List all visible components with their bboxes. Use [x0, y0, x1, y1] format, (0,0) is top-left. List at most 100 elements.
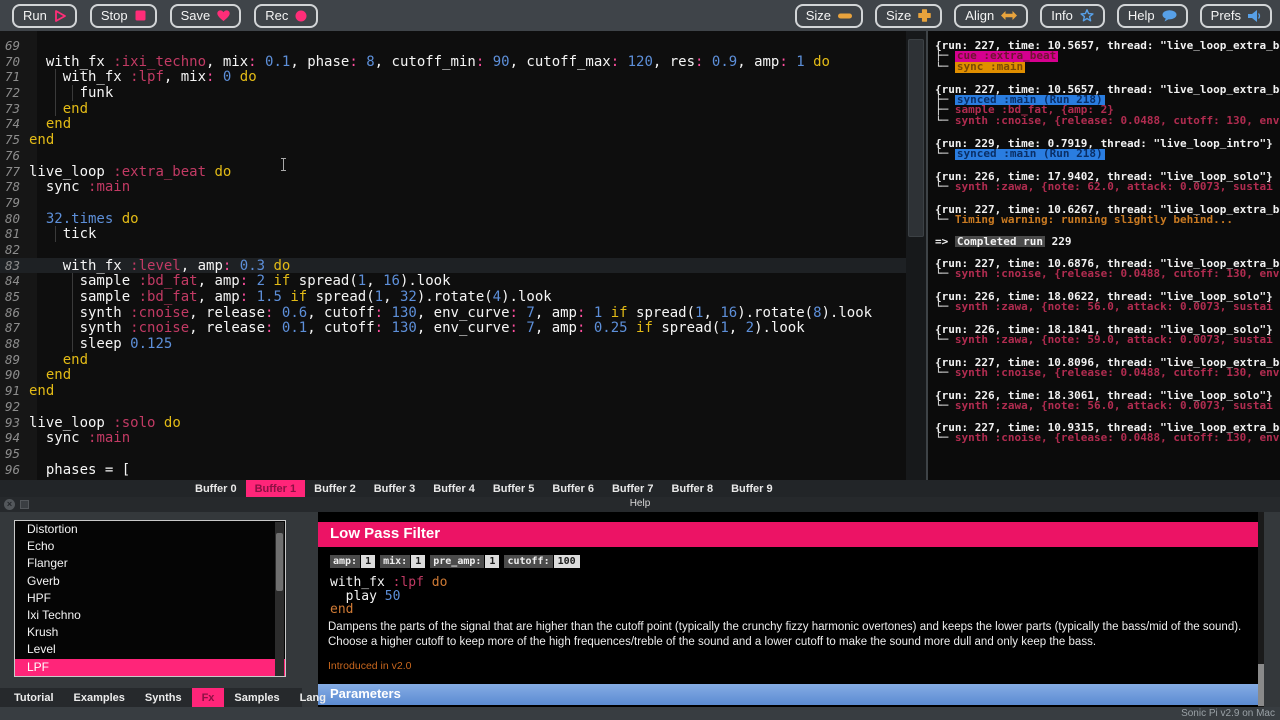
badge-label: pre_amp: — [430, 555, 484, 568]
fx-list[interactable]: DistortionEchoFlangerGverbHPFIxi TechnoK… — [14, 520, 286, 677]
prefs-button[interactable]: Prefs — [1200, 4, 1272, 28]
code-token: with_fx — [29, 54, 113, 70]
code-line[interactable]: 85 sample :bd_fat, amp: 1.5 if spread(1,… — [0, 289, 906, 305]
code-line[interactable]: 80 32.times do — [0, 211, 906, 227]
code-token: end — [63, 352, 88, 368]
code-token: synth — [29, 320, 130, 336]
line-number: 86 — [0, 305, 29, 321]
code-token: : — [510, 305, 518, 321]
code-token: 130 — [392, 305, 417, 321]
buffer-tab[interactable]: Buffer 4 — [424, 480, 484, 497]
code-token: ).look — [754, 320, 805, 336]
buffer-tab[interactable]: Buffer 8 — [663, 480, 723, 497]
rec-button[interactable]: Rec — [254, 4, 318, 28]
code-token: , amp — [181, 258, 223, 274]
size-minus-label: Size — [806, 8, 831, 23]
fx-list-scrollbar-thumb[interactable] — [276, 533, 283, 591]
code-line[interactable]: 84 sample :bd_fat, amp: 2 if spread(1, 1… — [0, 273, 906, 289]
editor-scrollbar[interactable] — [906, 31, 926, 480]
code-line[interactable]: 81 tick — [0, 226, 906, 242]
code-token: if — [290, 289, 307, 305]
fx-list-item[interactable]: HPF — [15, 590, 285, 607]
save-button[interactable]: Save — [170, 4, 242, 28]
code-line[interactable]: 72 funk — [0, 85, 906, 101]
buffer-tab[interactable]: Buffer 6 — [543, 480, 603, 497]
code-token: do — [813, 54, 830, 70]
code-line[interactable]: 92 — [0, 399, 906, 415]
code-token: do — [122, 211, 139, 227]
code-line[interactable]: 94 sync :main — [0, 430, 906, 446]
code-line[interactable]: 79 — [0, 195, 906, 211]
code-line[interactable]: 96 phases = [ — [0, 462, 906, 478]
code-token: : — [349, 54, 357, 70]
code-line[interactable]: 88 sleep 0.125 — [0, 336, 906, 352]
fx-list-item[interactable]: Level — [15, 641, 285, 658]
code-line[interactable]: 74 end — [0, 116, 906, 132]
help-button[interactable]: Help — [1117, 4, 1188, 28]
code-line[interactable]: 70 with_fx :ixi_techno, mix: 0.1, phase:… — [0, 54, 906, 70]
buffer-tab[interactable]: Buffer 3 — [365, 480, 425, 497]
badge-label: mix: — [380, 555, 410, 568]
help-tab-synths[interactable]: Synths — [135, 688, 192, 708]
run-button[interactable]: Run — [12, 4, 77, 28]
article-scrollbar[interactable] — [1258, 512, 1264, 707]
code-line[interactable]: 78 sync :main — [0, 179, 906, 195]
tree-branch-glyph: ├─ — [935, 95, 955, 106]
editor-scrollbar-thumb[interactable] — [908, 39, 924, 237]
code-line[interactable]: 90 end — [0, 367, 906, 383]
code-editor[interactable]: 6970 with_fx :ixi_techno, mix: 0.1, phas… — [0, 31, 906, 480]
fx-list-scrollbar[interactable] — [275, 522, 284, 677]
fx-list-item[interactable]: Ixi Techno — [15, 607, 285, 624]
size-plus-label: Size — [886, 8, 911, 23]
code-line[interactable]: 76 — [0, 148, 906, 164]
log-pane[interactable]: {run: 227, time: 10.5657, thread: "live_… — [928, 31, 1280, 480]
size-decrease-button[interactable]: Size — [795, 4, 863, 28]
fx-list-item[interactable]: LPF — [15, 659, 285, 676]
code-line[interactable]: 89 end — [0, 352, 906, 368]
code-line[interactable]: 95 — [0, 446, 906, 462]
code-line[interactable]: 87 synth :cnoise, release: 0.1, cutoff: … — [0, 320, 906, 336]
code-token: 0.6 — [282, 305, 307, 321]
code-line[interactable]: 69 — [0, 38, 906, 54]
code-line[interactable]: 73 end — [0, 101, 906, 117]
fx-list-item[interactable]: Distortion — [15, 521, 285, 538]
size-increase-button[interactable]: Size — [875, 4, 942, 28]
info-button[interactable]: Info — [1040, 4, 1105, 28]
fx-list-item[interactable]: Echo — [15, 538, 285, 555]
buffer-tab[interactable]: Buffer 1 — [246, 480, 306, 497]
code-line[interactable]: 71 with_fx :lpf, mix: 0 do — [0, 69, 906, 85]
code-token: 16 — [383, 273, 400, 289]
article-scrollbar-thumb[interactable] — [1258, 664, 1264, 706]
code-line[interactable]: 91end — [0, 383, 906, 399]
help-pane: DistortionEchoFlangerGverbHPFIxi TechnoK… — [0, 512, 1280, 707]
code-token: 2 — [257, 273, 265, 289]
buffer-tab[interactable]: Buffer 9 — [722, 480, 782, 497]
code-line[interactable]: 75end — [0, 132, 906, 148]
log-line-text: synth :zawa, {note: 59.0, attack: 0.0073… — [955, 335, 1273, 346]
buffer-tab[interactable]: Buffer 5 — [484, 480, 544, 497]
help-tab-samples[interactable]: Samples — [224, 688, 289, 708]
fx-list-item[interactable]: Gverb — [15, 573, 285, 590]
code-token: do — [274, 258, 291, 274]
parameter-badge: pre_amp:1 — [430, 555, 499, 568]
buffer-tab[interactable]: Buffer 2 — [305, 480, 365, 497]
fx-list-item[interactable]: Krush — [15, 624, 285, 641]
code-line[interactable]: 93live_loop :solo do — [0, 415, 906, 431]
buffer-tab[interactable]: Buffer 7 — [603, 480, 663, 497]
code-line[interactable]: 82 — [0, 242, 906, 258]
help-tab-tutorial[interactable]: Tutorial — [4, 688, 64, 708]
code-line[interactable]: 86 synth :cnoise, release: 0.6, cutoff: … — [0, 305, 906, 321]
log-entry: {run: 227, time: 10.5657, thread: "live_… — [935, 40, 1280, 73]
stop-button[interactable]: Stop — [90, 4, 157, 28]
code-line[interactable]: 77live_loop :extra_beat do — [0, 164, 906, 180]
help-tab-fx[interactable]: Fx — [192, 688, 225, 708]
help-tab-examples[interactable]: Examples — [64, 688, 135, 708]
align-button[interactable]: Align — [954, 4, 1028, 28]
buffer-tab[interactable]: Buffer 0 — [186, 480, 246, 497]
code-token — [628, 320, 636, 336]
buffer-tab-bar: Buffer 0Buffer 1Buffer 2Buffer 3Buffer 4… — [0, 480, 1280, 497]
code-line[interactable]: 83 with_fx :level, amp: 0.3 do — [0, 258, 906, 274]
example-code-line: with_fx :lpf do — [330, 576, 447, 590]
help-tab-lang[interactable]: Lang — [290, 688, 336, 708]
fx-list-item[interactable]: Flanger — [15, 555, 285, 572]
